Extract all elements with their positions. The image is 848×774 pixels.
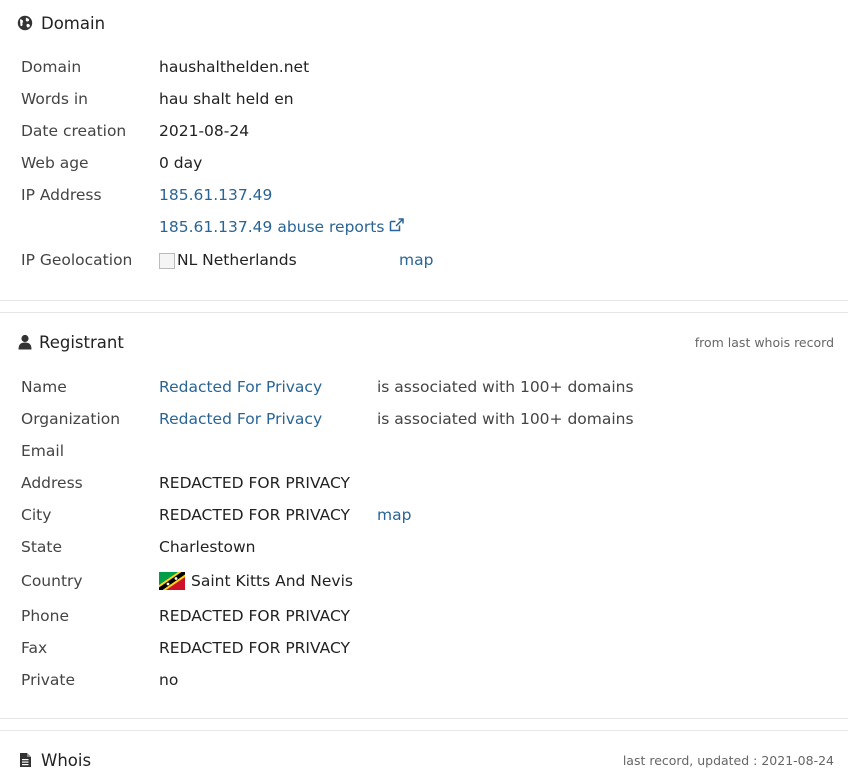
registrant-state-row: State Charlestown [21,535,256,559]
city-map-link[interactable]: map [377,506,411,524]
nl-flag-alt: NL [177,251,198,269]
ip-address-label: IP Address [21,186,102,204]
city-value: REDACTED FOR PRIVACY [159,506,350,524]
geolocation-value: NL Netherlands [159,251,297,269]
country-label: Country [21,572,83,590]
registrant-org-row: Organization Redacted For Privacy is ass… [21,407,634,431]
ip-address-row: IP Address 185.61.137.49 [21,183,272,207]
geolocation-map-link[interactable]: map [399,251,433,269]
whois-note: last record, updated : 2021-08-24 [622,752,834,768]
date-creation-value: 2021-08-24 [159,122,250,140]
saint-kitts-flag-icon [159,572,185,590]
user-icon [16,333,34,351]
globe-icon [16,14,34,32]
registrant-address-row: Address REDACTED FOR PRIVACY [21,471,350,495]
registrant-note: from last whois record [694,334,834,350]
name-association: is associated with 100+ domains [377,378,634,396]
registrant-section-title: Registrant [39,332,124,352]
divider [0,312,848,313]
address-value: REDACTED FOR PRIVACY [159,474,350,492]
whois-section-header: Whois last record, updated : 2021-08-24 [16,748,834,772]
domain-section-title: Domain [41,13,106,33]
phone-value: REDACTED FOR PRIVACY [159,607,350,625]
organization-label: Organization [21,410,121,428]
web-age-row: Web age 0 day [21,151,202,175]
abuse-reports-text: 185.61.137.49 abuse reports [159,217,385,236]
registrant-name-row: Name Redacted For Privacy is associated … [21,375,634,399]
private-label: Private [21,671,76,689]
ip-address-link[interactable]: 185.61.137.49 [159,186,272,204]
fax-value: REDACTED FOR PRIVACY [159,639,350,657]
external-link-icon [389,218,405,236]
organization-association: is associated with 100+ domains [377,410,634,428]
geolocation-country: Netherlands [202,251,297,269]
date-creation-row: Date creation 2021-08-24 [21,119,249,143]
address-label: Address [21,474,83,492]
divider [0,730,848,731]
ip-geolocation-label: IP Geolocation [21,251,133,269]
registrant-section-header: Registrant from last whois record [16,330,834,354]
city-label: City [21,506,52,524]
words-value: hau shalt held en [159,90,294,108]
email-label: Email [21,442,65,460]
registrant-country-row: Country Saint Kitts And Nevis [21,569,353,593]
private-value: no [159,671,179,689]
whois-section-title: Whois [41,750,92,770]
broken-flag-image-icon [159,253,175,269]
name-link[interactable]: Redacted For Privacy [159,378,322,396]
domain-value: haushalthelden.net [159,58,310,76]
registrant-private-row: Private no [21,668,178,692]
abuse-reports-link[interactable]: 185.61.137.49 abuse reports [159,217,405,236]
web-age-value: 0 day [159,154,203,172]
domain-section-header: Domain [16,11,834,35]
state-label: State [21,538,63,556]
state-value: Charlestown [159,538,256,556]
organization-link[interactable]: Redacted For Privacy [159,410,322,428]
registrant-email-row: Email [21,439,159,463]
words-label: Words in [21,90,88,108]
date-creation-label: Date creation [21,122,127,140]
divider [0,718,848,719]
country-value: Saint Kitts And Nevis [191,572,353,590]
words-row: Words in hau shalt held en [21,87,294,111]
ip-geolocation-row: IP Geolocation NL Netherlands map [21,248,433,272]
divider [0,300,848,301]
domain-label: Domain [21,58,82,76]
registrant-fax-row: Fax REDACTED FOR PRIVACY [21,636,350,660]
domain-row: Domain haushalthelden.net [21,55,309,79]
phone-label: Phone [21,607,70,625]
registrant-phone-row: Phone REDACTED FOR PRIVACY [21,604,350,628]
registrant-city-row: City REDACTED FOR PRIVACY map [21,503,411,527]
document-icon [16,751,34,769]
country-value-wrap: Saint Kitts And Nevis [159,572,353,590]
fax-label: Fax [21,639,48,657]
name-label: Name [21,378,67,396]
abuse-row: 185.61.137.49 abuse reports [21,215,405,239]
web-age-label: Web age [21,154,89,172]
